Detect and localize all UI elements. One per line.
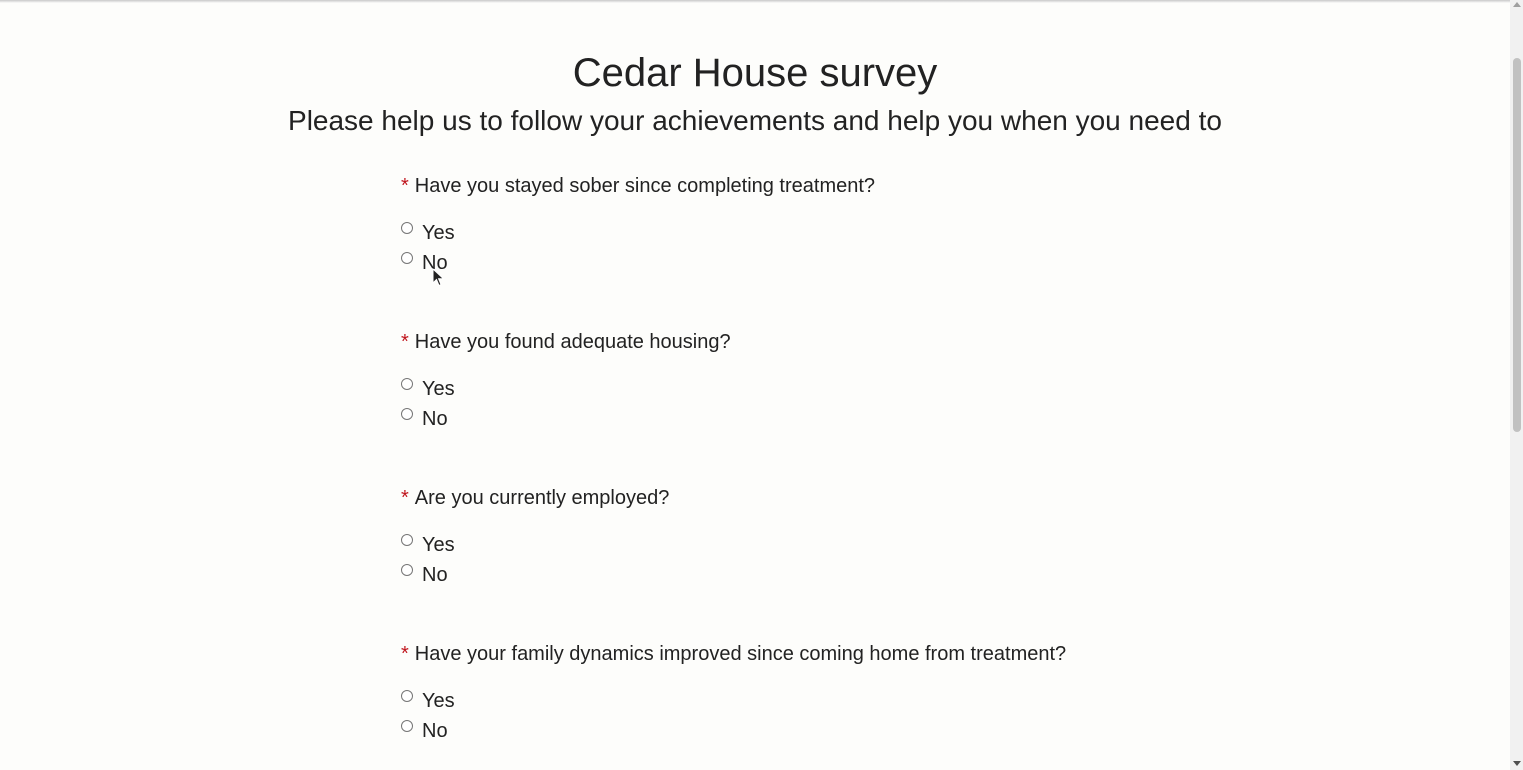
required-marker: * [401, 331, 409, 353]
question-text: Are you currently employed? [414, 487, 670, 509]
question-label: * Have you found adequate housing? [401, 330, 1301, 354]
scrollbar-thumb[interactable] [1513, 58, 1521, 432]
scroll-down-icon[interactable] [1513, 761, 1521, 766]
question-employed: * Are you currently employed? Yes No [401, 486, 1301, 589]
page-subtitle: Please help us to follow your achievemen… [288, 105, 1222, 136]
question-housing: * Have you found adequate housing? Yes No [401, 330, 1301, 433]
option-yes[interactable]: Yes [401, 685, 1301, 715]
radio-button-no[interactable] [401, 720, 413, 732]
vertical-scrollbar[interactable] [1510, 0, 1523, 770]
radio-button-yes[interactable] [401, 690, 413, 702]
question-label: * Have your family dynamics improved sinc… [401, 642, 1301, 666]
option-no[interactable]: No [401, 715, 1301, 745]
option-label[interactable]: Yes [422, 377, 455, 401]
option-yes[interactable]: Yes [401, 373, 1301, 403]
option-label[interactable]: No [422, 719, 448, 743]
required-marker: * [401, 487, 409, 509]
option-label[interactable]: Yes [422, 533, 455, 557]
survey-page: Cedar House survey Please help us to fol… [0, 0, 1510, 770]
page-title: Cedar House survey [572, 51, 938, 95]
option-no[interactable]: No [401, 403, 1301, 433]
radio-button-yes[interactable] [401, 222, 413, 234]
question-sober: * Have you stayed sober since completing … [401, 174, 1301, 277]
option-no[interactable]: No [401, 559, 1301, 589]
question-text: Have you stayed sober since completing t… [414, 175, 876, 197]
radio-button-yes[interactable] [401, 378, 413, 390]
radio-button-no[interactable] [401, 408, 413, 420]
radio-group-family: Yes No [401, 685, 1301, 745]
option-yes[interactable]: Yes [401, 529, 1301, 559]
radio-button-yes[interactable] [401, 534, 413, 546]
radio-button-no[interactable] [401, 252, 413, 264]
mouse-pointer-icon [432, 268, 445, 287]
required-marker: * [401, 175, 409, 197]
radio-button-no[interactable] [401, 564, 413, 576]
question-label: * Are you currently employed? [401, 486, 1301, 510]
option-label[interactable]: No [422, 563, 448, 587]
radio-group-housing: Yes No [401, 373, 1301, 433]
radio-group-employed: Yes No [401, 529, 1301, 589]
option-label[interactable]: Yes [422, 689, 455, 713]
option-label[interactable]: Yes [422, 221, 455, 245]
radio-group-sober: Yes No [401, 217, 1301, 277]
option-label[interactable]: No [422, 407, 448, 431]
question-label: * Have you stayed sober since completing … [401, 174, 1301, 198]
option-yes[interactable]: Yes [401, 217, 1301, 247]
scroll-up-icon[interactable] [1513, 2, 1521, 7]
question-family: * Have your family dynamics improved sinc… [401, 642, 1301, 745]
option-no[interactable]: No [401, 247, 1301, 277]
required-marker: * [401, 643, 409, 665]
question-text: Have your family dynamics improved since… [414, 643, 1067, 665]
question-text: Have you found adequate housing? [414, 331, 731, 353]
